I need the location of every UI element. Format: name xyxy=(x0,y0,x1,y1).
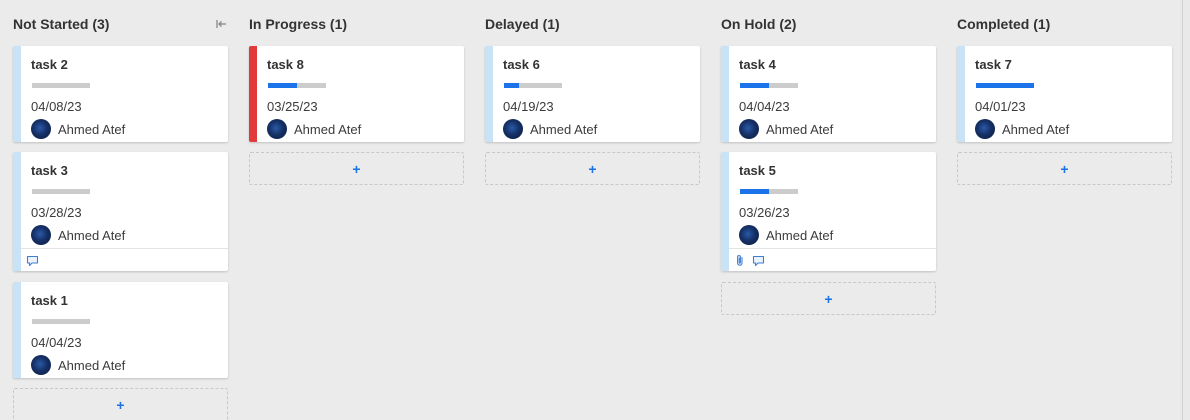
task-card[interactable]: task 8 03/25/23 Ahmed Atef xyxy=(249,46,464,142)
card-title: task 6 xyxy=(503,57,540,72)
avatar xyxy=(31,225,51,245)
assignee-name: Ahmed Atef xyxy=(58,121,126,137)
card-status-stripe xyxy=(957,46,965,142)
avatar xyxy=(739,119,759,139)
assignee-name: Ahmed Atef xyxy=(294,121,362,137)
card-status-stripe xyxy=(721,152,729,271)
card-title: task 5 xyxy=(739,163,776,178)
card-due-date: 03/26/23 xyxy=(739,205,790,220)
card-title: task 2 xyxy=(31,57,68,72)
assignee-name: Ahmed Atef xyxy=(766,121,834,137)
card-title: task 1 xyxy=(31,293,68,308)
collapse-left-icon[interactable] xyxy=(214,17,228,31)
column-divider xyxy=(1182,0,1183,420)
card-assignee[interactable]: Ahmed Atef xyxy=(31,119,125,139)
avatar xyxy=(975,119,995,139)
column-in-progress: In Progress (1) task 8 03/25/23 Ahmed At… xyxy=(236,0,472,420)
progress-fill xyxy=(268,83,297,88)
column-header: Not Started (3) xyxy=(13,15,228,33)
card-assignee[interactable]: Ahmed Atef xyxy=(975,119,1069,139)
column-title: Not Started (3) xyxy=(13,16,110,32)
card-assignee[interactable]: Ahmed Atef xyxy=(739,225,833,245)
card-status-stripe xyxy=(13,152,21,271)
assignee-name: Ahmed Atef xyxy=(58,357,126,373)
column-header: On Hold (2) xyxy=(721,15,936,33)
avatar xyxy=(31,119,51,139)
column-title: In Progress (1) xyxy=(249,16,348,32)
progress-bar xyxy=(32,189,90,194)
card-status-stripe xyxy=(485,46,493,142)
card-title: task 7 xyxy=(975,57,1012,72)
column-title: On Hold (2) xyxy=(721,16,797,32)
progress-fill xyxy=(740,83,769,88)
card-assignee[interactable]: Ahmed Atef xyxy=(31,355,125,375)
card-status-stripe xyxy=(13,282,21,378)
avatar xyxy=(739,225,759,245)
card-status-stripe xyxy=(249,46,257,142)
column-header: In Progress (1) xyxy=(249,15,464,33)
add-card-button[interactable]: + xyxy=(485,152,700,185)
card-footer xyxy=(21,248,228,271)
column-title: Delayed (1) xyxy=(485,16,560,32)
card-status-stripe xyxy=(721,46,729,142)
avatar xyxy=(503,119,523,139)
card-status-stripe xyxy=(13,46,21,142)
task-card[interactable]: task 1 04/04/23 Ahmed Atef xyxy=(13,282,228,378)
card-title: task 3 xyxy=(31,163,68,178)
progress-bar xyxy=(740,83,798,88)
card-due-date: 03/25/23 xyxy=(267,99,318,114)
card-title: task 8 xyxy=(267,57,304,72)
column-header: Completed (1) xyxy=(957,15,1172,33)
assignee-name: Ahmed Atef xyxy=(58,227,126,243)
progress-bar xyxy=(32,83,90,88)
card-due-date: 04/01/23 xyxy=(975,99,1026,114)
assignee-name: Ahmed Atef xyxy=(766,227,834,243)
progress-bar xyxy=(740,189,798,194)
progress-bar xyxy=(268,83,326,88)
progress-fill xyxy=(740,189,769,194)
avatar xyxy=(267,119,287,139)
column-delayed: Delayed (1) task 6 04/19/23 Ahmed Atef + xyxy=(472,0,708,420)
task-card[interactable]: task 7 04/01/23 Ahmed Atef xyxy=(957,46,1172,142)
card-assignee[interactable]: Ahmed Atef xyxy=(739,119,833,139)
column-on-hold: On Hold (2) task 4 04/04/23 Ahmed Atef t… xyxy=(708,0,944,420)
column-header: Delayed (1) xyxy=(485,15,700,33)
progress-bar xyxy=(32,319,90,324)
card-due-date: 04/04/23 xyxy=(31,335,82,350)
task-card[interactable]: task 5 03/26/23 Ahmed Atef xyxy=(721,152,936,271)
column-title: Completed (1) xyxy=(957,16,1051,32)
add-card-button[interactable]: + xyxy=(957,152,1172,185)
card-assignee[interactable]: Ahmed Atef xyxy=(31,225,125,245)
assignee-name: Ahmed Atef xyxy=(530,121,598,137)
card-title: task 4 xyxy=(739,57,776,72)
task-card[interactable]: task 6 04/19/23 Ahmed Atef xyxy=(485,46,700,142)
add-card-button[interactable]: + xyxy=(721,282,936,315)
kanban-board: Not Started (3) task 2 04/08/23 Ahmed At… xyxy=(0,0,1190,420)
card-due-date: 04/08/23 xyxy=(31,99,82,114)
add-card-button[interactable]: + xyxy=(13,388,228,420)
add-card-button[interactable]: + xyxy=(249,152,464,185)
card-assignee[interactable]: Ahmed Atef xyxy=(267,119,361,139)
avatar xyxy=(31,355,51,375)
attachment-icon[interactable] xyxy=(733,254,747,268)
progress-fill xyxy=(504,83,519,88)
card-due-date: 04/19/23 xyxy=(503,99,554,114)
progress-fill xyxy=(976,83,1034,88)
card-assignee[interactable]: Ahmed Atef xyxy=(503,119,597,139)
card-due-date: 03/28/23 xyxy=(31,205,82,220)
task-card[interactable]: task 4 04/04/23 Ahmed Atef xyxy=(721,46,936,142)
progress-bar xyxy=(504,83,562,88)
progress-bar xyxy=(976,83,1034,88)
task-card[interactable]: task 2 04/08/23 Ahmed Atef xyxy=(13,46,228,142)
assignee-name: Ahmed Atef xyxy=(1002,121,1070,137)
task-card[interactable]: task 3 03/28/23 Ahmed Atef xyxy=(13,152,228,271)
column-not-started: Not Started (3) task 2 04/08/23 Ahmed At… xyxy=(0,0,236,420)
column-completed: Completed (1) task 7 04/01/23 Ahmed Atef… xyxy=(944,0,1180,420)
comment-icon[interactable] xyxy=(751,254,765,268)
comment-icon[interactable] xyxy=(25,254,39,268)
card-due-date: 04/04/23 xyxy=(739,99,790,114)
card-footer xyxy=(729,248,936,271)
